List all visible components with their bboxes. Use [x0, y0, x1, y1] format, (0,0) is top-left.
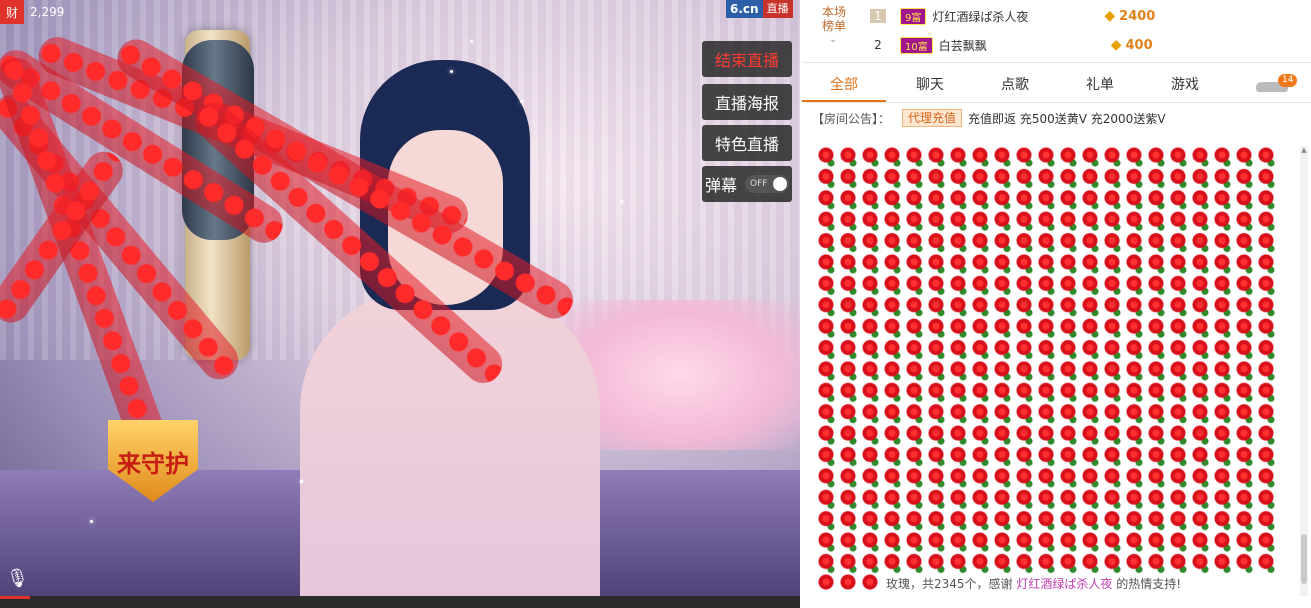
gift-message-prefix: 玫瑰，共2345个，感谢 [886, 577, 1017, 591]
room-announcement: 【房间公告】： 代理充值 充值即返 充500送黄V 充2000送紫V [812, 108, 1302, 128]
rose-gift-display [816, 146, 1278, 574]
viewer-count-value: 2,299 [30, 5, 65, 19]
gift-thanks-message: 玫瑰，共2345个，感谢 灯红酒绿ぱ杀人夜 的热情支持! [886, 575, 1181, 592]
ranking-row[interactable]: 1 9富 灯红酒绿ぱ杀人夜 ◆ 2400 [862, 2, 1302, 30]
side-panel: 本场榜单 ⌄ 1 9富 灯红酒绿ぱ杀人夜 ◆ 2400 2 10富 白芸飘飘 ◆… [802, 0, 1311, 608]
chat-tabs: 全部 聊天 点歌 礼单 游戏 14 [802, 68, 1311, 103]
rank-number: 2 [874, 38, 882, 52]
danmaku-state: OFF [750, 179, 768, 189]
gift-message-suffix: 的热情支持! [1112, 577, 1182, 591]
announcement-text: 充值即返 充500送黄V 充2000送紫V [968, 111, 1166, 126]
danmaku-label: 弹幕 [704, 176, 737, 195]
viewer-count: 财 2,299 [0, 0, 64, 24]
chevron-down-icon[interactable]: ⌄ [829, 34, 837, 45]
rank-number: 1 [870, 9, 886, 23]
scroll-up-icon[interactable]: ▲ [1300, 146, 1308, 154]
microphone-icon[interactable]: 🎙 [6, 568, 29, 592]
ranking-row[interactable]: 2 10富 白芸飘飘 ◆ 400 [862, 31, 1302, 59]
ranking-user-name[interactable]: 灯红酒绿ぱ杀人夜 [932, 8, 1104, 25]
coin-icon: ◆ [1104, 8, 1116, 24]
wealth-level-badge: 9富 [900, 7, 927, 25]
ranking-amount: 2400 [1119, 8, 1156, 24]
ranking-user-name[interactable]: 白芸飘飘 [939, 37, 1111, 54]
ranking-board: 本场榜单 ⌄ 1 9富 灯红酒绿ぱ杀人夜 ◆ 2400 2 10富 白芸飘飘 ◆… [802, 0, 1311, 63]
tab-games[interactable]: 游戏 [1143, 68, 1227, 102]
live-video[interactable]: 来守护 财 2,299 6.cn 直播 结束直播 直播海报 特色直播 弹幕 OF… [0, 0, 800, 608]
logo-text: 6.cn [726, 0, 763, 18]
tab-chat[interactable]: 聊天 [888, 68, 972, 102]
car-icon[interactable]: 14 [1254, 74, 1298, 96]
announcement-label: 【房间公告】： [812, 111, 891, 126]
live-poster-button[interactable]: 直播海报 [702, 84, 792, 120]
ranking-amount: 400 [1125, 37, 1153, 53]
site-logo[interactable]: 6.cn 直播 [726, 0, 793, 18]
tab-gift-list[interactable]: 礼单 [1058, 68, 1142, 102]
shield-label: 来守护 [117, 449, 189, 478]
gift-sender-name[interactable]: 灯红酒绿ぱ杀人夜 [1016, 577, 1112, 591]
tab-all[interactable]: 全部 [802, 68, 886, 102]
rose-gift-row [816, 573, 882, 594]
agent-recharge-button[interactable]: 代理充值 [902, 109, 963, 127]
danmaku-toggle-button[interactable]: 弹幕 OFF [702, 166, 792, 202]
tab-song-request[interactable]: 点歌 [973, 68, 1057, 102]
chat-scrollbar[interactable] [1300, 146, 1308, 596]
car-count-badge: 14 [1278, 74, 1298, 87]
danmaku-switch[interactable]: OFF [745, 175, 789, 193]
wealth-badge: 财 [0, 0, 24, 24]
scrollbar-thumb[interactable] [1301, 534, 1307, 584]
ranking-title: 本场榜单 [822, 5, 847, 33]
end-live-button[interactable]: 结束直播 [702, 41, 792, 77]
featured-live-button[interactable]: 特色直播 [702, 125, 792, 161]
live-tag: 直播 [762, 0, 793, 18]
coin-icon: ◆ [1110, 37, 1122, 53]
wealth-level-badge: 10富 [900, 36, 933, 54]
video-bottom-bar [0, 596, 800, 608]
